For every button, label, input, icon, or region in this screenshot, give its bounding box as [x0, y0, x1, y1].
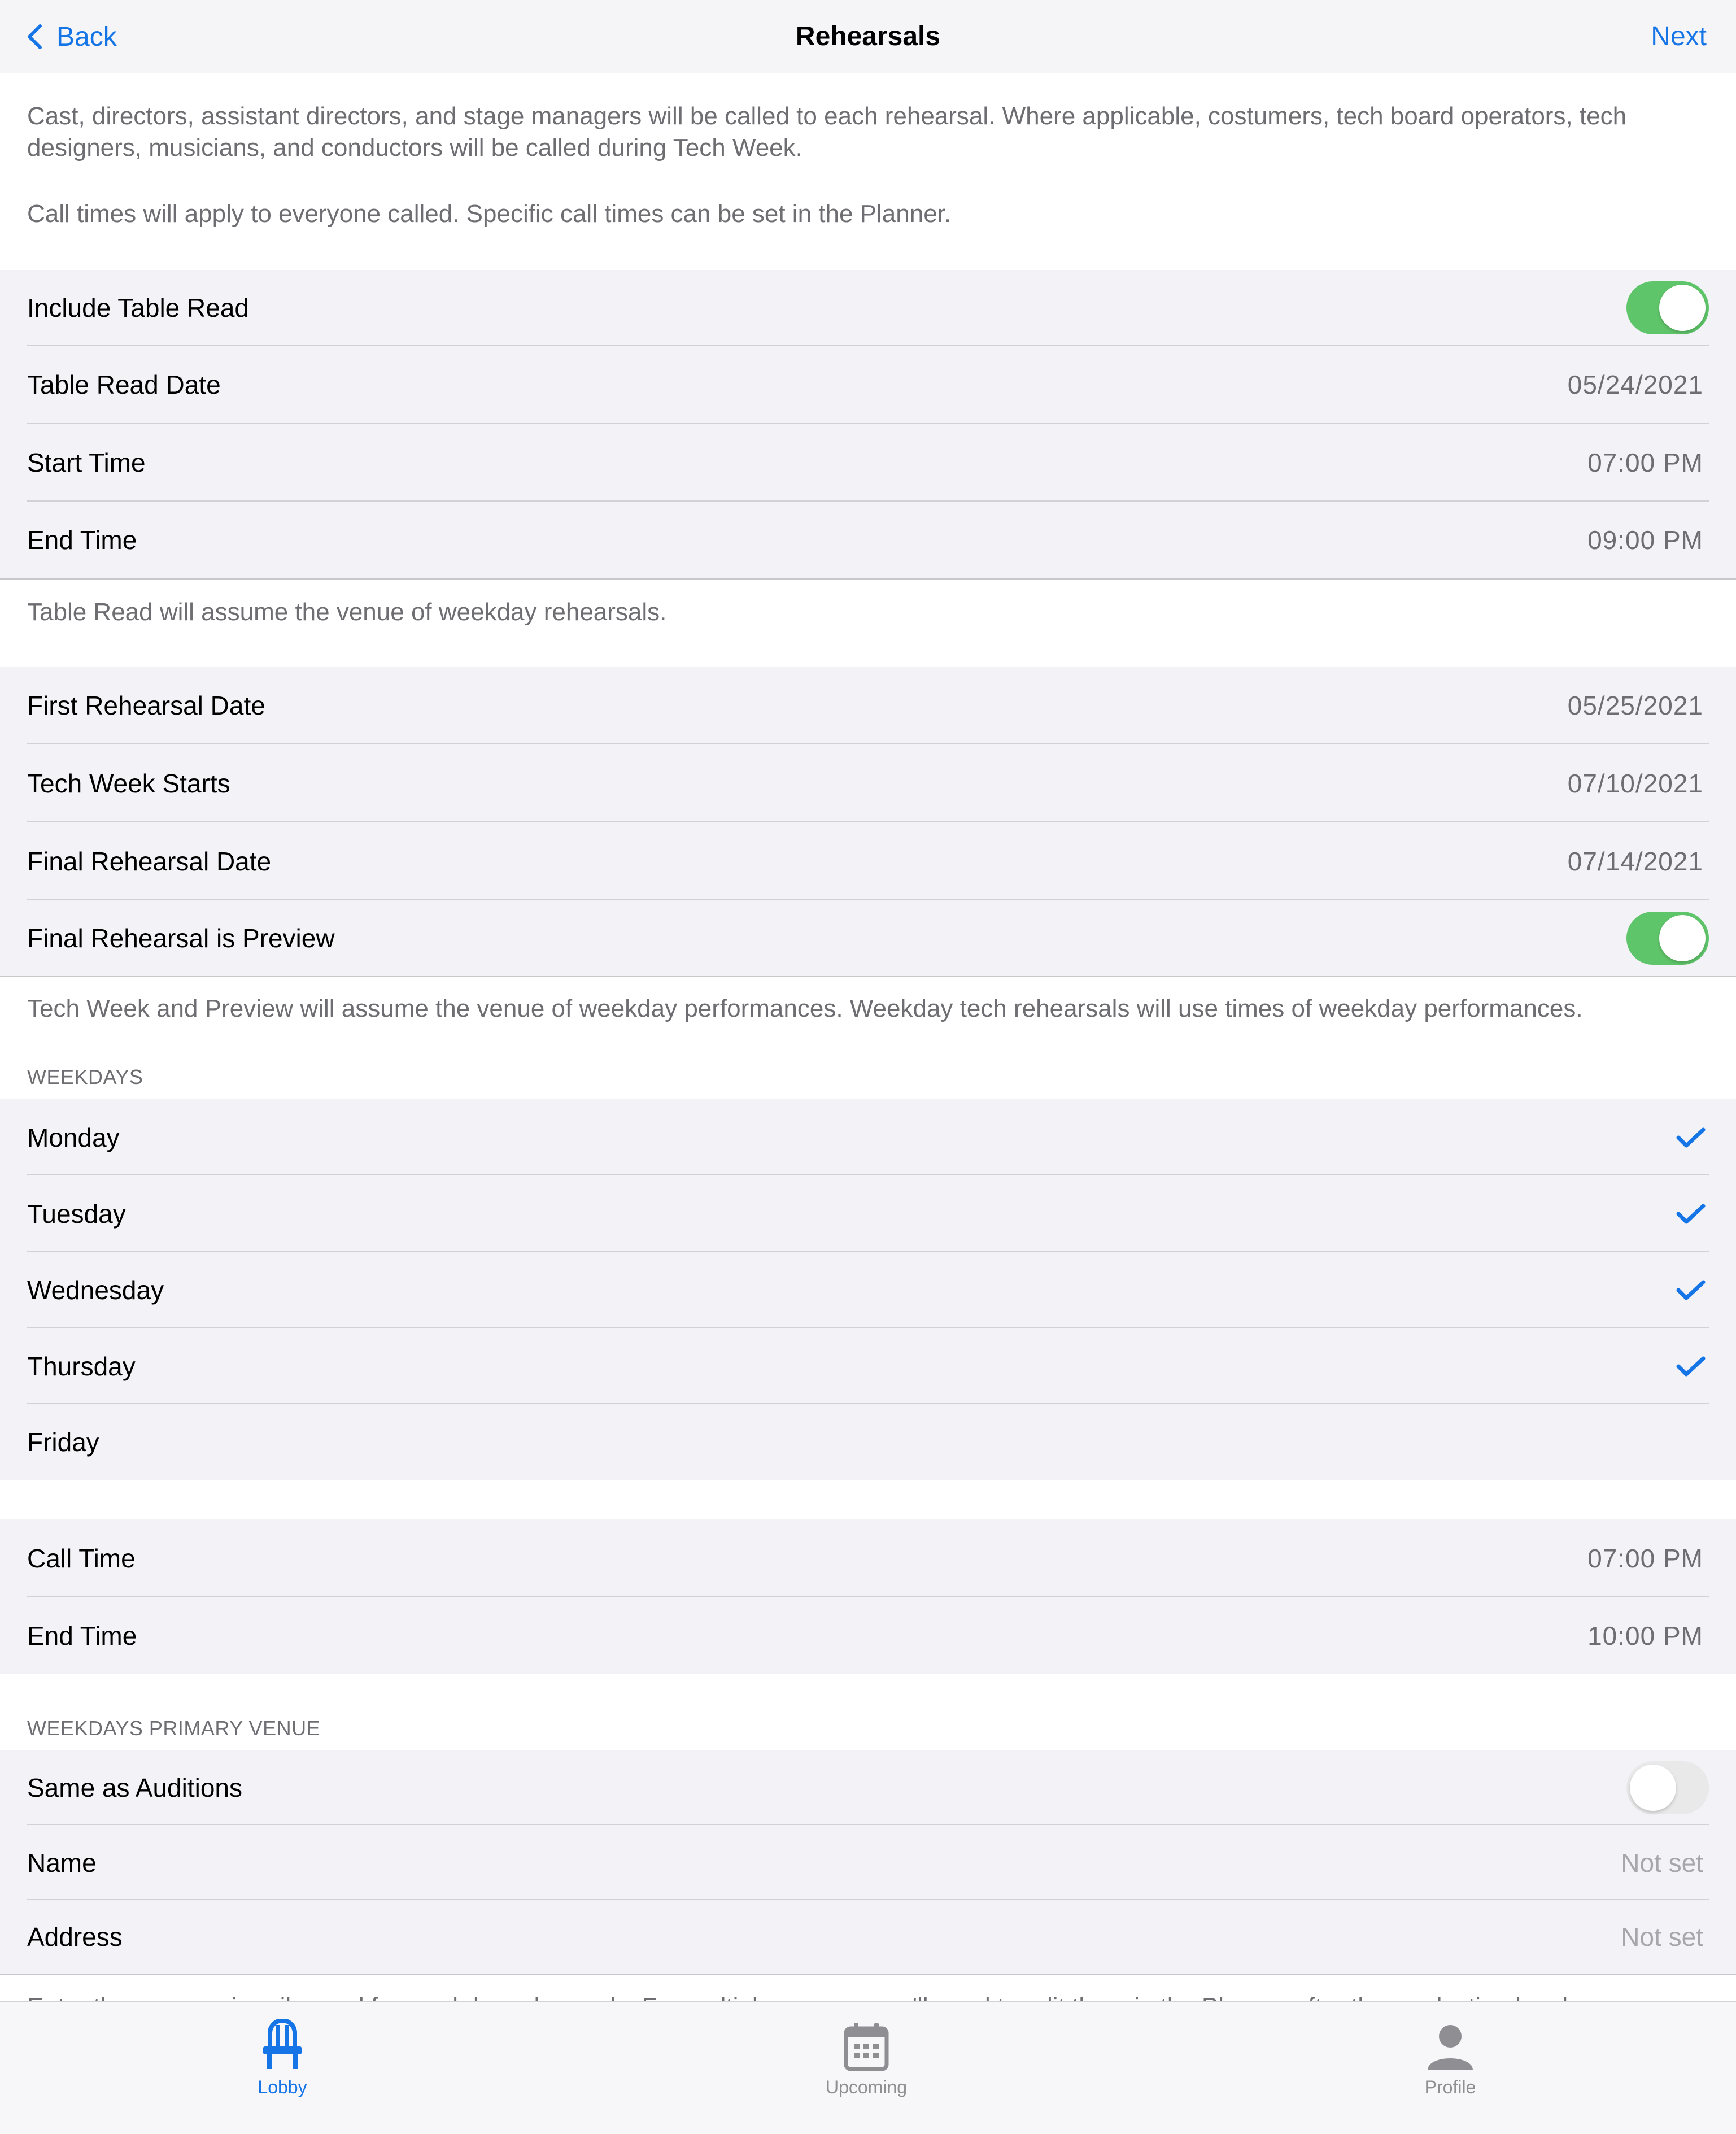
- preview-toggle[interactable]: [1626, 912, 1709, 965]
- schedule-footer: Tech Week and Preview will assume the ve…: [27, 995, 1583, 1022]
- include-table-read-toggle[interactable]: [1626, 281, 1709, 334]
- weekday-row-wednesday[interactable]: Wednesday: [0, 1252, 1736, 1328]
- tab-lobby[interactable]: Lobby: [198, 2019, 367, 2104]
- same-as-auditions-row[interactable]: Same as Auditions: [0, 1750, 1736, 1825]
- tab-upcoming-label: Upcoming: [825, 2077, 908, 2097]
- weekday-label: Friday: [27, 1427, 99, 1457]
- weekday-row-thursday[interactable]: Thursday: [0, 1328, 1736, 1404]
- venue-address-label: Address: [27, 1922, 123, 1952]
- preview-row[interactable]: Final Rehearsal is Preview: [0, 900, 1736, 976]
- end-time-label: End Time: [27, 525, 137, 555]
- venue-address-row[interactable]: Address Not set: [0, 1900, 1736, 1974]
- table-read-date-label: Table Read Date: [27, 370, 221, 399]
- tab-bar: Lobby Upcoming Profile: [0, 2001, 1736, 2134]
- weekdays-header: WEEKDAYS: [27, 1065, 143, 1088]
- tab-upcoming[interactable]: Upcoming: [782, 2019, 951, 2104]
- venue-name-row[interactable]: Name Not set: [0, 1825, 1736, 1900]
- weekdays-group: Monday Tuesday Wednesday Thursday Friday: [0, 1099, 1736, 1480]
- final-rehearsal-row[interactable]: Final Rehearsal Date 07/14/2021: [0, 822, 1736, 900]
- page-title: Rehearsals: [795, 21, 941, 51]
- end-time-value: 09:00 PM: [1587, 525, 1703, 555]
- tech-week-value: 07/10/2021: [1567, 769, 1703, 798]
- intro-paragraph-call-times: Call times will apply to everyone called…: [27, 200, 952, 228]
- first-rehearsal-value: 05/25/2021: [1567, 691, 1703, 720]
- final-rehearsal-label: Final Rehearsal Date: [27, 847, 272, 876]
- same-as-auditions-toggle[interactable]: [1626, 1761, 1709, 1814]
- venue-header: WEEKDAYS PRIMARY VENUE: [27, 1717, 321, 1740]
- start-time-value: 07:00 PM: [1587, 448, 1703, 477]
- chair-icon: [263, 2019, 302, 2069]
- checkmark-icon: [1676, 1204, 1706, 1223]
- weekday-label: Wednesday: [27, 1275, 164, 1305]
- call-time-value: 07:00 PM: [1587, 1544, 1703, 1573]
- tech-week-row[interactable]: Tech Week Starts 07/10/2021: [0, 744, 1736, 822]
- checkmark-icon: [1676, 1356, 1706, 1376]
- navigation-bar: Back Rehearsals Next: [0, 0, 1736, 73]
- call-time-row[interactable]: Call Time 07:00 PM: [0, 1519, 1736, 1597]
- first-rehearsal-label: First Rehearsal Date: [27, 691, 265, 720]
- table-read-date-value: 05/24/2021: [1567, 370, 1703, 399]
- next-button[interactable]: Next: [1651, 17, 1707, 56]
- checkmark-icon: [1676, 1127, 1706, 1147]
- weekday-times-group: Call Time 07:00 PM End Time 10:00 PM: [0, 1519, 1736, 1674]
- tech-week-label: Tech Week Starts: [27, 769, 230, 798]
- venue-group: Same as Auditions Name Not set Address N…: [0, 1750, 1736, 1975]
- table-read-footer: Table Read will assume the venue of week…: [27, 598, 667, 626]
- weekday-row-tuesday[interactable]: Tuesday: [0, 1175, 1736, 1252]
- final-rehearsal-value: 07/14/2021: [1567, 847, 1703, 876]
- weekday-row-monday[interactable]: Monday: [0, 1099, 1736, 1175]
- preview-label: Final Rehearsal is Preview: [27, 924, 335, 953]
- person-icon: [1428, 2025, 1473, 2070]
- table-read-group: Include Table Read Table Read Date 05/24…: [0, 270, 1736, 580]
- calendar-icon: [844, 2023, 889, 2071]
- table-read-date-row[interactable]: Table Read Date 05/24/2021: [0, 346, 1736, 424]
- intro-paragraph: Cast, directors, assistant directors, an…: [27, 102, 1627, 162]
- checkmark-icon: [1676, 1280, 1706, 1300]
- end-time-label: End Time: [27, 1621, 137, 1650]
- tab-profile-label: Profile: [1424, 2077, 1476, 2097]
- tab-lobby-label: Lobby: [258, 2077, 307, 2097]
- end-time-value: 10:00 PM: [1587, 1621, 1703, 1650]
- table-read-end-row[interactable]: End Time 09:00 PM: [0, 502, 1736, 578]
- weekday-label: Monday: [27, 1122, 120, 1152]
- weekday-end-time-row[interactable]: End Time 10:00 PM: [0, 1597, 1736, 1674]
- schedule-group: First Rehearsal Date 05/25/2021 Tech Wee…: [0, 667, 1736, 977]
- rehearsals-screen: Back Rehearsals Next Cast, directors, as…: [0, 0, 1736, 2134]
- weekday-row-friday[interactable]: Friday: [0, 1404, 1736, 1480]
- start-time-label: Start Time: [27, 448, 146, 477]
- venue-name-label: Name: [27, 1848, 97, 1878]
- same-as-auditions-label: Same as Auditions: [27, 1772, 243, 1802]
- first-rehearsal-row[interactable]: First Rehearsal Date 05/25/2021: [0, 667, 1736, 744]
- venue-name-value: Not set: [1621, 1848, 1703, 1878]
- table-read-start-row[interactable]: Start Time 07:00 PM: [0, 424, 1736, 502]
- tab-profile[interactable]: Profile: [1366, 2019, 1535, 2104]
- include-table-read-label: Include Table Read: [27, 293, 249, 323]
- call-time-label: Call Time: [27, 1544, 136, 1573]
- include-table-read-row[interactable]: Include Table Read: [0, 270, 1736, 346]
- weekday-label: Thursday: [27, 1351, 136, 1381]
- venue-address-value: Not set: [1621, 1922, 1703, 1952]
- weekday-label: Tuesday: [27, 1199, 126, 1229]
